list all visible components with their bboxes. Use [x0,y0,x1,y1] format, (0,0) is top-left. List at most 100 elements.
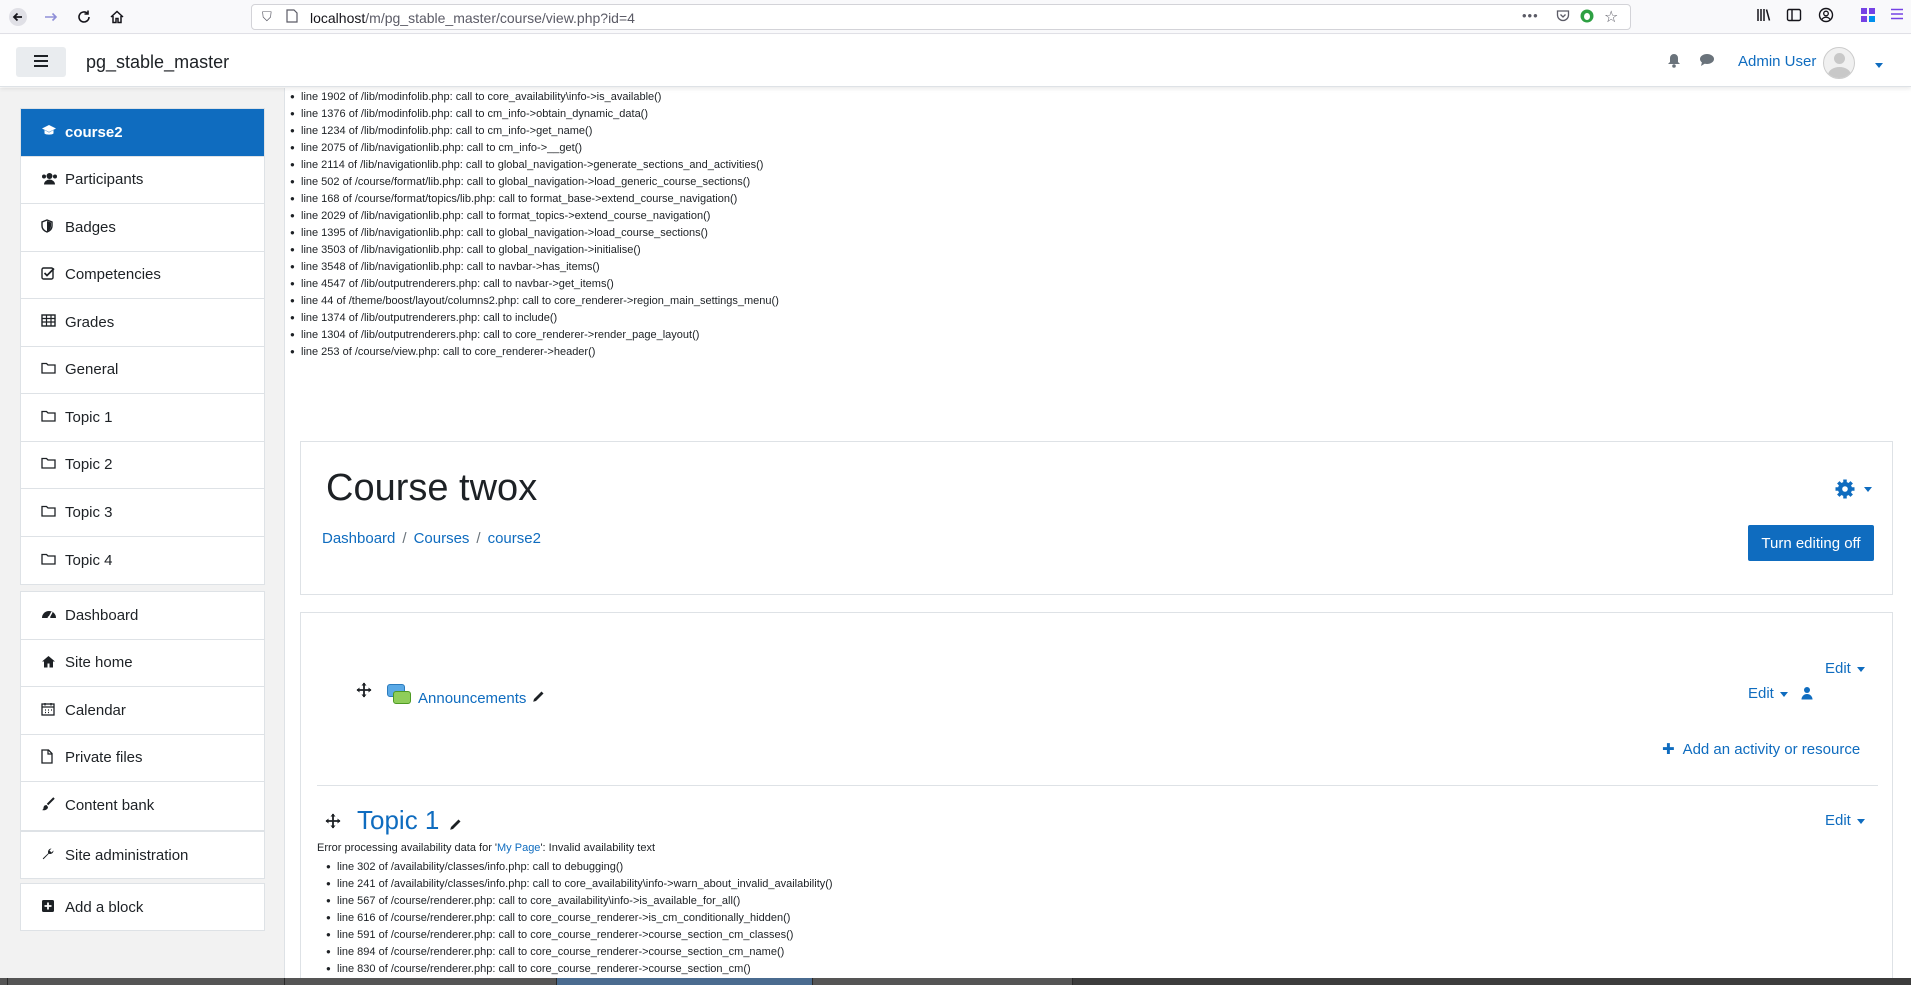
error-prefix: Error processing availability data for ' [317,842,498,854]
drawer-item-competencies[interactable]: Competencies [21,252,264,299]
extensions-icon[interactable] [1860,7,1876,27]
sidebar-toggle-icon[interactable] [1786,7,1802,27]
backtrace-line: line 894 of /course/renderer.php: call t… [323,945,833,962]
my-page-link[interactable]: My Page [497,842,540,854]
activity-edit-menu[interactable]: Edit [1748,685,1788,702]
move-icon[interactable] [325,813,341,834]
backtrace-line: line 1395 of /lib/navigationlib.php: cal… [290,226,779,243]
backtrace-line: line 567 of /course/renderer.php: call t… [323,894,833,911]
user-menu-caret-icon[interactable] [1875,57,1883,75]
breadcrumb-course2[interactable]: course2 [488,530,541,547]
add-block-button[interactable]: Add a block [21,884,264,930]
edit-topic-pencil-icon[interactable] [449,818,462,834]
user-menu-name[interactable]: Admin User [1738,53,1816,70]
bell-icon[interactable] [1667,53,1681,72]
drawer-item-dashboard[interactable]: Dashboard [21,592,264,640]
drawer-item-general[interactable]: General [21,347,264,394]
drawer-item-label: Badges [65,218,116,236]
drawer-item-content-bank[interactable]: Content bank [21,782,264,830]
hamburger-icon [33,52,49,73]
page-title: Course twox [326,467,538,509]
course-settings-gear-icon[interactable] [1834,478,1873,506]
plus-square-icon [41,899,65,916]
reload-icon[interactable] [72,5,96,29]
more-actions-icon[interactable]: ••• [1522,8,1539,23]
page-info-icon[interactable] [286,9,298,26]
drawer-item-site-home[interactable]: Site home [21,640,264,687]
drawer-item-calendar[interactable]: Calendar [21,687,264,735]
wrench-icon [41,847,65,864]
topic-1-title[interactable]: Topic 1 [357,805,439,836]
nav-drawer: course2 Participants Badges Competencies… [0,88,285,985]
group-mode-user-icon[interactable] [1801,686,1813,705]
drawer-item-label: Topic 4 [65,551,113,569]
drawer-item-private-files[interactable]: Private files [21,735,264,782]
avatar[interactable] [1823,47,1855,79]
availability-backtrace: line 302 of /availability/classes/info.p… [323,860,833,979]
edit-title-pencil-icon[interactable] [532,690,545,706]
shield-icon[interactable]: ⛉ [262,9,272,25]
breadcrumb-dashboard[interactable]: Dashboard [322,530,395,547]
edit-label: Edit [1825,812,1851,829]
tachometer-icon [41,607,65,623]
library-icon[interactable] [1756,7,1772,27]
paint-brush-icon [41,797,65,814]
backtrace-line: line 591 of /course/renderer.php: call t… [323,928,833,945]
pocket-icon[interactable] [1556,9,1570,26]
add-activity-button[interactable]: ✚ Add an activity or resource [1662,740,1860,758]
home-icon [41,655,65,671]
folder-icon [41,553,65,568]
account-icon[interactable] [1818,7,1834,27]
backtrace-line: line 2075 of /lib/navigationlib.php: cal… [290,141,779,158]
url-bar[interactable]: ⛉ localhost/m/pg_stable_master/course/vi… [251,4,1631,30]
drawer-item-label: Site home [65,654,133,672]
backtrace-line: line 302 of /availability/classes/info.p… [323,860,833,877]
drawer-item-topic-1[interactable]: Topic 1 [21,394,264,442]
drawer-item-topic-2[interactable]: Topic 2 [21,442,264,489]
home-icon[interactable] [105,5,129,29]
drawer-item-topic-3[interactable]: Topic 3 [21,489,264,537]
drawer-toggle-button[interactable] [16,47,66,77]
menu-icon[interactable] [1890,7,1904,25]
backtrace-line: line 3548 of /lib/navigationlib.php: cal… [290,260,779,277]
section-general-edit-menu[interactable]: Edit [1825,660,1865,677]
bookmark-star-icon[interactable]: ☆ [1604,7,1618,27]
back-icon[interactable] [6,5,30,29]
users-icon [41,172,65,188]
backtrace-line: line 1374 of /lib/outputrenderers.php: c… [290,311,779,328]
admin-nav-group: Site administration [20,831,265,879]
drawer-item-label: Site administration [65,846,189,864]
backtrace-line: line 502 of /course/format/lib.php: call… [290,175,779,192]
drawer-item-label: Add a block [65,898,144,916]
edit-label: Edit [1748,685,1774,702]
bug-extension-icon[interactable] [1580,9,1594,26]
breadcrumb-courses[interactable]: Courses [414,530,470,547]
site-name[interactable]: pg_stable_master [86,52,229,73]
edit-label: Edit [1825,660,1851,677]
drawer-item-site-administration[interactable]: Site administration [21,832,264,878]
drawer-item-topic-4[interactable]: Topic 4 [21,537,264,585]
drawer-item-label: Private files [65,749,143,767]
drawer-item-badges[interactable]: Badges [21,204,264,252]
drawer-item-grades[interactable]: Grades [21,299,264,347]
folder-icon [41,505,65,520]
forward-icon[interactable] [39,5,63,29]
drawer-item-course2[interactable]: course2 [21,109,264,157]
message-icon[interactable] [1699,53,1715,71]
drawer-item-label: General [65,361,119,379]
availability-error: Error processing availability data for '… [317,842,655,854]
turn-editing-off-button[interactable]: Turn editing off [1748,525,1874,561]
page-header: Course twox Dashboard / Courses / course2 Tu… [300,441,1893,595]
add-activity-label: Add an activity or resource [1682,741,1861,758]
announcements-link[interactable]: Announcements [418,690,526,707]
breadcrumb: Dashboard / Courses / course2 [322,530,541,547]
drawer-item-label: Content bank [65,797,155,815]
backtrace-line: line 3503 of /lib/navigationlib.php: cal… [290,243,779,260]
check-square-icon [41,266,65,283]
topic-1-edit-menu[interactable]: Edit [1825,812,1865,829]
moodle-navbar: pg_stable_master Admin User [0,35,1911,87]
drawer-item-participants[interactable]: Participants [21,157,264,204]
backtrace-line: line 168 of /course/format/topics/lib.ph… [290,192,779,209]
folder-icon [41,410,65,425]
move-icon[interactable] [356,682,372,703]
